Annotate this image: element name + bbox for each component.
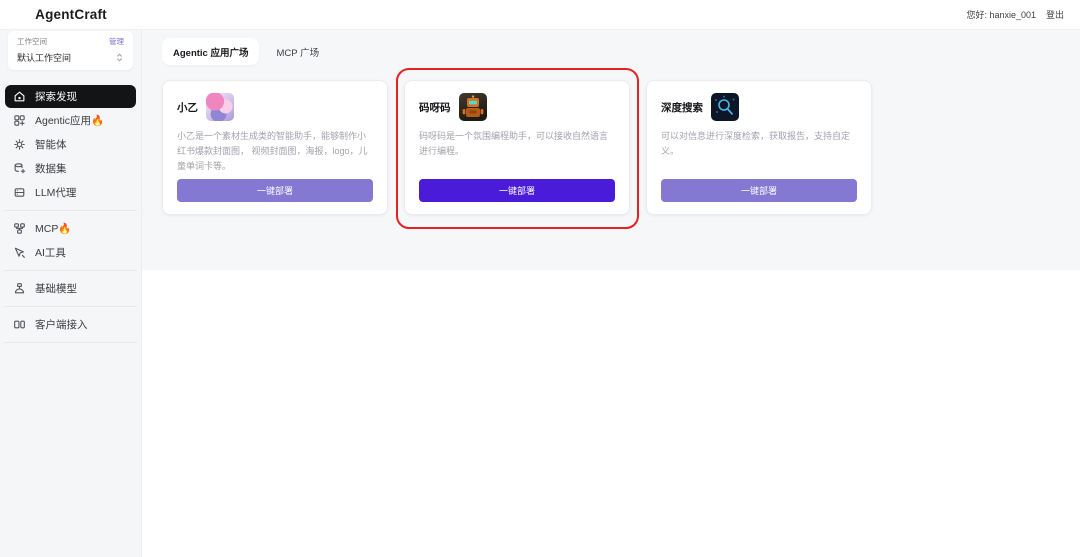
marketplace-panel: Agentic 应用广场 MCP 广场 小乙 小乙是一个素材生成类的智能助手，能… [142, 30, 1080, 270]
sidebar-item-label: MCP🔥 [35, 222, 71, 235]
app-card-mayama-wrap: 码呀码 [404, 80, 630, 215]
card-description: 码呀码是一个氛围编程助手，可以接收自然语言进行编程。 [419, 129, 615, 159]
client-access-icon [13, 318, 26, 331]
deploy-button[interactable]: 一键部署 [177, 179, 373, 202]
user-greeting: 您好: hanxie_001 [966, 8, 1036, 21]
card-description: 可以对信息进行深度检索，获取报告，支持自定义。 [661, 129, 857, 159]
sidebar-item-agents[interactable]: 智能体 [5, 133, 136, 156]
main-content: Agentic 应用广场 MCP 广场 小乙 小乙是一个素材生成类的智能助手，能… [142, 30, 1080, 557]
tab-agentic-marketplace[interactable]: Agentic 应用广场 [162, 38, 259, 65]
sidebar-menu: 探索发现 Agentic应用🔥 [0, 85, 141, 343]
sidebar-item-label: 探索发现 [35, 89, 77, 104]
sidebar: 工作空间 管理 默认工作空间 [0, 30, 142, 557]
updown-chevron-icon [115, 52, 124, 63]
sidebar-item-label: LLM代理 [35, 185, 76, 200]
sidebar-item-llm-proxy[interactable]: LLM代理 [5, 181, 136, 204]
user-area: 您好: hanxie_001 登出 [966, 8, 1080, 21]
menu-divider [4, 306, 137, 307]
app-card-deep-search-wrap: 深度搜索 可以对信息进行深度检 [646, 80, 872, 215]
card-description: 小乙是一个素材生成类的智能助手，能够制作小红书爆款封面图， 视频封面图，海报，l… [177, 129, 373, 174]
apps-grid-icon [13, 114, 26, 127]
sidebar-item-label: Agentic应用🔥 [35, 113, 104, 128]
card-title: 小乙 [177, 100, 198, 115]
sidebar-item-label: AI工具 [35, 245, 66, 260]
app-card-deep-search: 深度搜索 可以对信息进行深度检 [646, 80, 872, 215]
logout-link[interactable]: 登出 [1046, 8, 1064, 21]
card-title: 码呀码 [419, 100, 451, 115]
sidebar-item-label: 基础模型 [35, 281, 77, 296]
menu-divider [4, 270, 137, 271]
home-icon [13, 90, 26, 103]
base-model-icon [13, 282, 26, 295]
sidebar-item-ai-tools[interactable]: AI工具 [5, 241, 136, 264]
workspace-label: 工作空间 [17, 36, 47, 47]
menu-divider [4, 342, 137, 343]
workspace-manage-link[interactable]: 管理 [109, 36, 124, 47]
sidebar-item-label: 智能体 [35, 137, 67, 152]
agent-gear-icon [13, 138, 26, 151]
app-cards-row: 小乙 小乙是一个素材生成类的智能助手，能够制作小红书爆款封面图， 视频封面图，海… [162, 80, 1062, 215]
sidebar-item-agentic-apps[interactable]: Agentic应用🔥 [5, 109, 136, 132]
sidebar-item-datasets[interactable]: 数据集 [5, 157, 136, 180]
sidebar-item-explore[interactable]: 探索发现 [5, 85, 136, 108]
deploy-button[interactable]: 一键部署 [661, 179, 857, 202]
dataset-database-icon [13, 162, 26, 175]
xiaoyi-anime-avatar [206, 93, 234, 121]
menu-divider [4, 210, 137, 211]
tab-mcp-marketplace[interactable]: MCP 广场 [265, 38, 330, 65]
sidebar-item-base-models[interactable]: 基础模型 [5, 277, 136, 300]
mayama-robot-avatar [459, 93, 487, 121]
card-title: 深度搜索 [661, 100, 703, 115]
shell: 工作空间 管理 默认工作空间 [0, 30, 1080, 557]
deep-search-avatar [711, 93, 739, 121]
workspace-select[interactable]: 默认工作空间 [17, 51, 124, 64]
sidebar-item-label: 数据集 [35, 161, 67, 176]
workspace-card: 工作空间 管理 默认工作空间 [8, 31, 133, 70]
llm-proxy-server-icon [13, 186, 26, 199]
mcp-nodes-icon [13, 222, 26, 235]
sidebar-item-label: 客户端接入 [35, 317, 88, 332]
app-root: AgentCraft 您好: hanxie_001 登出 工作空间 管理 默认工… [0, 0, 1080, 557]
app-card-mayama: 码呀码 [404, 80, 630, 215]
tab-bar: Agentic 应用广场 MCP 广场 [162, 38, 1062, 65]
app-logo: AgentCraft [0, 7, 142, 22]
app-card-xiaoyi-wrap: 小乙 小乙是一个素材生成类的智能助手，能够制作小红书爆款封面图， 视频封面图，海… [162, 80, 388, 215]
sidebar-item-client-access[interactable]: 客户端接入 [5, 313, 136, 336]
app-card-xiaoyi: 小乙 小乙是一个素材生成类的智能助手，能够制作小红书爆款封面图， 视频封面图，海… [162, 80, 388, 215]
sidebar-item-mcp[interactable]: MCP🔥 [5, 217, 136, 240]
top-header: AgentCraft 您好: hanxie_001 登出 [0, 0, 1080, 30]
workspace-selected-value: 默认工作空间 [17, 51, 71, 64]
ai-tools-cursor-icon [13, 246, 26, 259]
deploy-button[interactable]: 一键部署 [419, 179, 615, 202]
